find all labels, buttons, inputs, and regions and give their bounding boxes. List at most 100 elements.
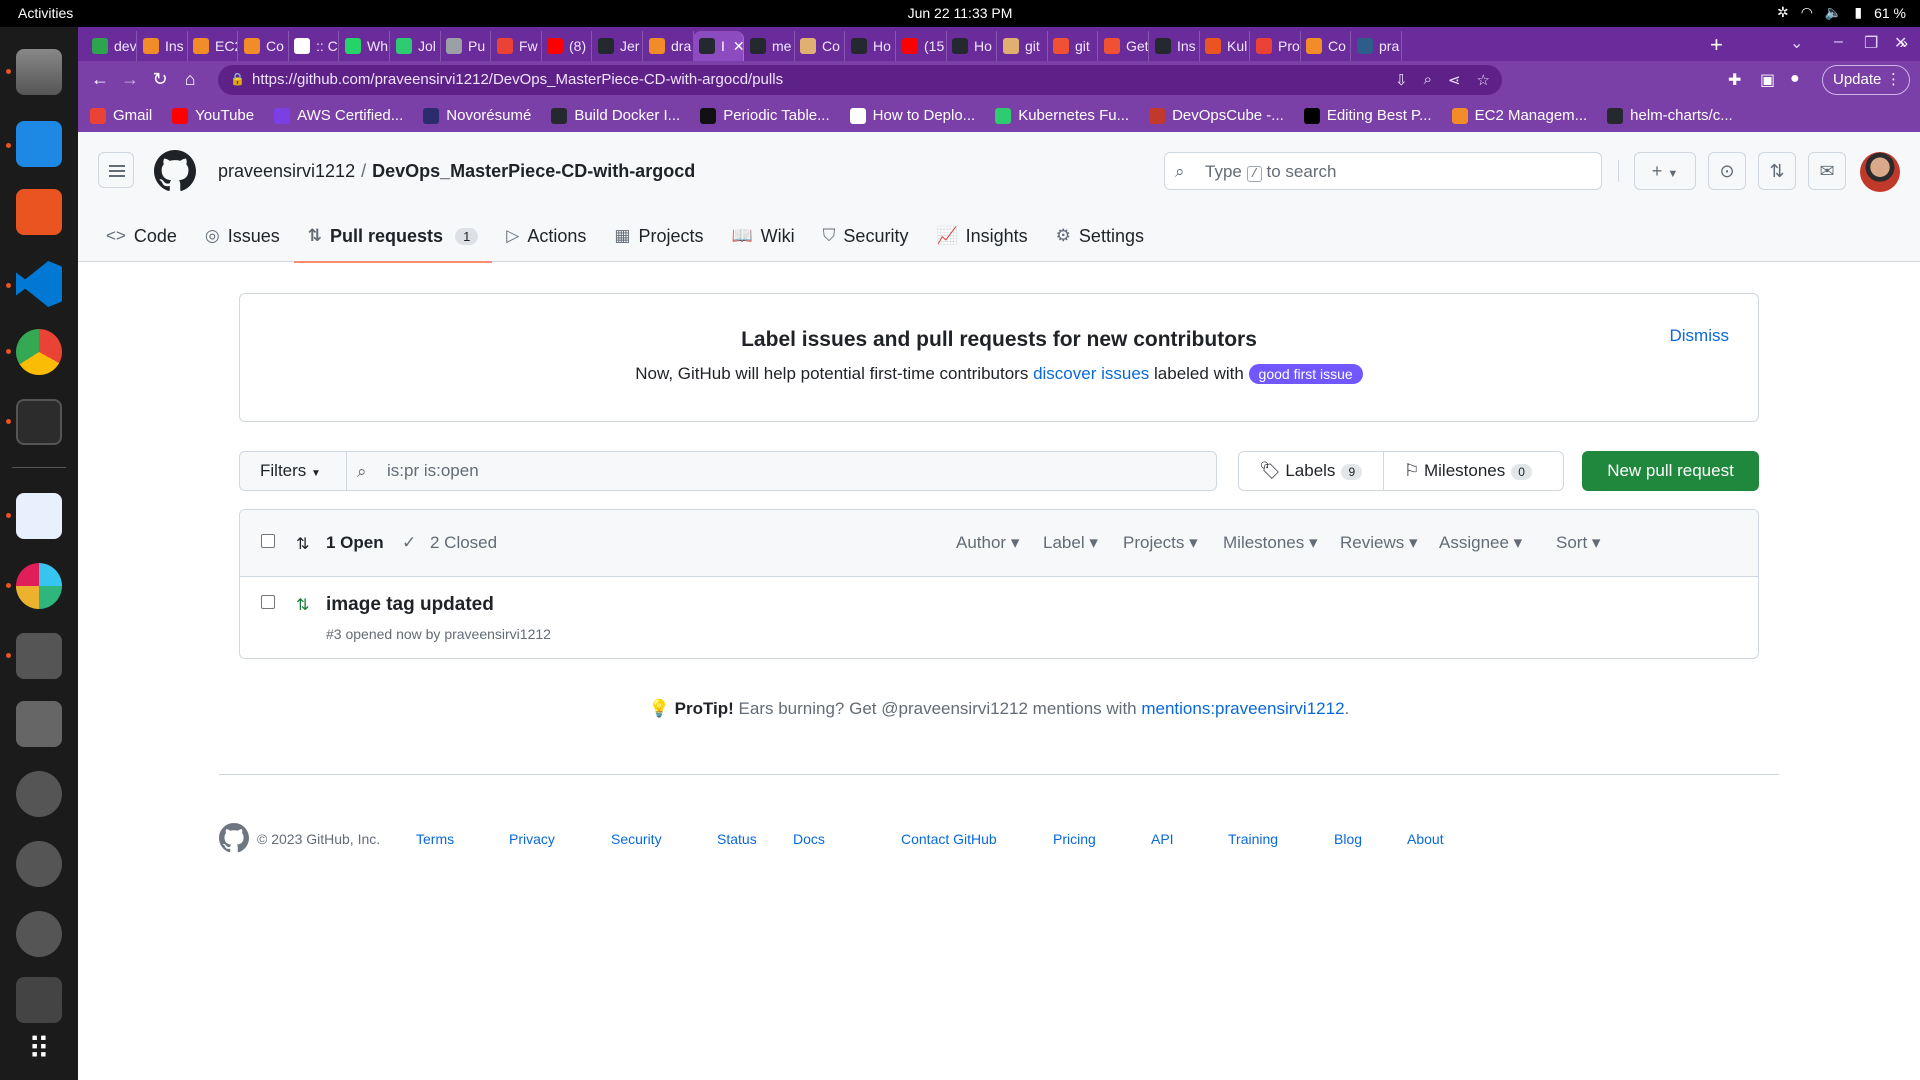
drive-icon[interactable] [16, 841, 62, 887]
label-filter-dropdown[interactable]: Label ▾ [1043, 533, 1098, 553]
text-editor-icon[interactable] [16, 493, 62, 539]
bookmark-item[interactable]: How to Deplo... [849, 107, 975, 124]
browser-tab[interactable]: Kul [1199, 31, 1250, 61]
disk-utility-icon[interactable] [16, 701, 62, 747]
share-icon[interactable]: ⋖ [1448, 71, 1461, 89]
browser-tab[interactable]: Co [1300, 31, 1351, 61]
browser-tab[interactable]: Pu [440, 31, 491, 61]
open-filter-tab[interactable]: 1 Open [326, 533, 384, 553]
dismiss-button[interactable]: Dismiss [1670, 326, 1730, 346]
tab-code[interactable]: <> Code [92, 210, 191, 262]
select-all-checkbox[interactable] [261, 534, 275, 548]
clock[interactable]: Jun 22 11:33 PM [0, 5, 1920, 21]
tab-wiki[interactable]: 📖 Wiki [718, 210, 809, 262]
assignee-filter-dropdown[interactable]: Assignee ▾ [1439, 533, 1522, 553]
browser-tab[interactable]: Ho [845, 31, 896, 61]
milestones-button[interactable]: ⚐ Milestones 0 [1383, 451, 1564, 491]
footer-link-privacy[interactable]: Privacy [509, 831, 555, 847]
bookmark-item[interactable]: helm-charts/c... [1607, 107, 1733, 124]
author-filter-dropdown[interactable]: Author ▾ [956, 533, 1019, 553]
issues-icon[interactable]: ⊙ [1708, 152, 1746, 190]
table-row[interactable]: ⇅ image tag updated #3 opened now by pra… [240, 577, 1758, 658]
tab-settings[interactable]: ⚙ Settings [1042, 210, 1158, 262]
create-new-button[interactable]: + ▼ [1634, 152, 1696, 190]
bookmark-item[interactable]: YouTube [172, 107, 254, 124]
browser-tab[interactable]: Ho [946, 31, 997, 61]
tab-pull-requests[interactable]: ⇅ Pull requests 1 [293, 210, 493, 263]
new-pull-request-button[interactable]: New pull request [1582, 451, 1759, 491]
bookmark-item[interactable]: Gmail [90, 107, 152, 124]
browser-tab[interactable]: pra [1351, 31, 1402, 61]
search-input[interactable]: ⌕ Type / to search [1164, 152, 1602, 190]
tab-actions[interactable]: ▷ Actions [492, 210, 600, 262]
milestones-filter-dropdown[interactable]: Milestones ▾ [1223, 533, 1318, 553]
zoom-icon[interactable]: ⌕ [1424, 71, 1432, 89]
browser-tab[interactable]: Jol [390, 31, 441, 61]
labels-button[interactable]: 🏷 Labels 9 [1238, 451, 1384, 491]
footer-link-blog[interactable]: Blog [1334, 831, 1362, 847]
tab-issues[interactable]: ◎ Issues [191, 210, 294, 262]
home-icon[interactable]: ⌂ [178, 69, 202, 90]
filter-search-input[interactable]: ⌕ is:pr is:open [346, 451, 1217, 491]
github-logo-icon[interactable] [219, 823, 249, 853]
forward-icon[interactable]: → [118, 69, 142, 90]
browser-tab[interactable]: Ins [1149, 31, 1200, 61]
footer-link-pricing[interactable]: Pricing [1053, 831, 1096, 847]
good-first-issue-label[interactable]: good first issue [1248, 364, 1363, 384]
menu-button[interactable] [98, 152, 134, 188]
row-checkbox[interactable] [261, 595, 275, 609]
footer-link-status[interactable]: Status [717, 831, 757, 847]
bookmark-item[interactable]: Build Docker I... [551, 107, 680, 124]
browser-tab[interactable]: me [744, 31, 795, 61]
browser-tab[interactable]: dev [86, 31, 137, 61]
pull-request-title[interactable]: image tag updated [326, 594, 494, 616]
pull-requests-icon[interactable]: ⇅ [1758, 152, 1796, 190]
browser-tab[interactable]: I ✕ [693, 31, 744, 61]
browser-tab[interactable]: git [1047, 31, 1098, 61]
drive-icon[interactable] [16, 771, 62, 817]
browser-tab[interactable]: Fw [491, 31, 542, 61]
browser-tab[interactable]: git [997, 31, 1048, 61]
sort-filter-dropdown[interactable]: Sort ▾ [1556, 533, 1600, 553]
browser-tab[interactable]: dra [643, 31, 694, 61]
tab-projects[interactable]: ▦ Projects [600, 210, 717, 262]
bookmark-item[interactable]: Novorésumé [423, 107, 531, 124]
vscode-icon[interactable] [16, 261, 62, 307]
terminal-icon[interactable] [16, 399, 62, 445]
files-icon[interactable] [16, 49, 62, 95]
bookmark-item[interactable]: DevOpsCube -... [1149, 107, 1284, 124]
software-center-icon[interactable] [16, 189, 62, 235]
trash-icon[interactable] [16, 977, 62, 1023]
browser-tab[interactable]: Co [238, 31, 289, 61]
drive-icon[interactable] [16, 911, 62, 957]
footer-link-docs[interactable]: Docs [793, 831, 825, 847]
bookmark-item[interactable]: Editing Best P... [1303, 107, 1432, 124]
image-viewer-icon[interactable] [16, 633, 62, 679]
browser-tab[interactable]: Get [1098, 31, 1149, 61]
footer-link-security[interactable]: Security [611, 831, 662, 847]
github-logo-icon[interactable] [154, 150, 196, 192]
browser-tab[interactable]: Ins [137, 31, 188, 61]
reviews-filter-dropdown[interactable]: Reviews ▾ [1340, 533, 1418, 553]
bookmark-item[interactable]: Kubernetes Fu... [995, 107, 1129, 124]
footer-link-training[interactable]: Training [1228, 831, 1278, 847]
extensions-icon[interactable]: ✚ [1728, 70, 1741, 90]
install-app-icon[interactable]: ⇩ [1395, 71, 1408, 89]
bookmarks-overflow-icon[interactable]: » [1900, 35, 1908, 52]
repo-owner-link[interactable]: praveensirvi1212 [218, 161, 355, 181]
footer-link-api[interactable]: API [1151, 831, 1174, 847]
reload-icon[interactable]: ↻ [148, 69, 172, 90]
browser-tab[interactable]: Co [794, 31, 845, 61]
mentions-link[interactable]: mentions:praveensirvi1212 [1141, 699, 1344, 718]
browser-tab[interactable]: :: C [288, 31, 339, 61]
tab-close-icon[interactable]: ✕ [733, 38, 743, 55]
browser-tab[interactable]: Jer [592, 31, 643, 61]
browser-tab[interactable]: EC2 [187, 31, 238, 61]
repo-name-link[interactable]: DevOps_MasterPiece-CD-with-argocd [372, 161, 695, 181]
tab-search-icon[interactable]: ⌄ [1790, 33, 1803, 53]
side-panel-icon[interactable]: ▣ [1760, 70, 1775, 90]
bookmark-item[interactable]: Periodic Table... [700, 107, 830, 124]
new-tab-button[interactable]: + [1710, 32, 1723, 58]
footer-link-terms[interactable]: Terms [416, 831, 454, 847]
tab-security[interactable]: ⛉ Security [809, 210, 923, 262]
